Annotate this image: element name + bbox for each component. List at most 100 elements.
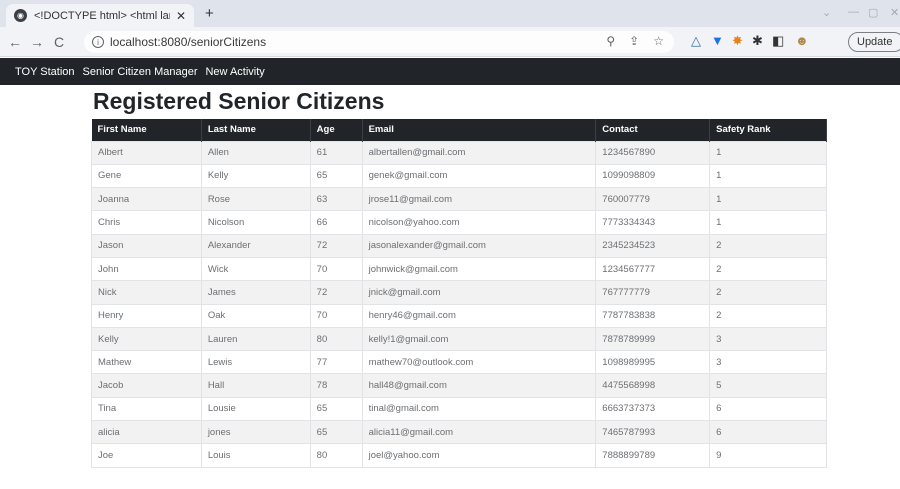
info-icon[interactable]: i [92, 36, 104, 48]
chevron-down-icon[interactable]: ⌄ [822, 6, 831, 19]
column-header: Safety Rank [709, 119, 827, 141]
page-title: Registered Senior Citizens [93, 88, 385, 114]
table-cell: 7773334343 [595, 210, 711, 235]
close-icon[interactable]: ✕ [176, 9, 186, 23]
share-icon[interactable]: ⇪ [629, 34, 639, 48]
table-cell: Albert [91, 140, 202, 165]
browser-toolbar: ← → C i localhost:8080/seniorCitizens ⚲ … [0, 27, 900, 57]
table-cell: 80 [309, 443, 363, 468]
table-cell: johnwick@gmail.com [361, 256, 597, 282]
table-row: Joe Louis 80 joel@yahoo.com 7888899789 9 [91, 443, 827, 468]
maximize-icon[interactable]: ▢ [868, 6, 878, 19]
update-button[interactable]: Update [848, 32, 900, 52]
v-extension-icon[interactable]: ▼ [711, 33, 724, 48]
table-cell: Kelly [200, 163, 311, 189]
table-cell: 4475568998 [595, 373, 711, 398]
table-row: Nick James 72 jnick@gmail.com 767777779 2 [91, 280, 827, 305]
table-cell: Mathew [91, 350, 202, 375]
table-cell: 1234567890 [595, 140, 711, 165]
nav-link-senior-citizen-manager[interactable]: Senior Citizen Manager [83, 66, 198, 78]
table-cell: James [200, 280, 311, 305]
table-cell: 3 [709, 350, 827, 375]
address-bar[interactable]: i localhost:8080/seniorCitizens ⚲ ⇪ ☆ [84, 31, 674, 53]
table-cell: 760007779 [595, 187, 711, 212]
table-cell: jrose11@gmail.com [361, 187, 597, 212]
reload-icon[interactable]: C [48, 34, 70, 50]
table-cell: Louis [200, 443, 311, 468]
table-cell: 7465787993 [595, 420, 711, 445]
table-body: Albert Allen 61 albertallen@gmail.com 123456… [91, 140, 827, 468]
table-cell: 1 [709, 140, 827, 165]
table-cell: 1 [709, 187, 827, 212]
table-cell: John [91, 256, 202, 282]
puzzle-extension-icon[interactable]: ✱ [752, 33, 763, 49]
table-row: Chris Nicolson 66 nicolson@yahoo.com 7773334… [91, 210, 827, 235]
table-cell: 1098989995 [595, 350, 711, 375]
app-navbar: TOY Station Senior Citizen Manager New A… [0, 58, 900, 85]
window-close-icon[interactable]: ✕ [890, 6, 899, 19]
back-icon[interactable]: ← [4, 34, 26, 50]
new-tab-icon[interactable]: + [205, 5, 214, 22]
table-cell: Kelly [91, 326, 202, 352]
table-cell: 2 [709, 280, 827, 305]
table-row: Tina Lousie 65 tinal@gmail.com 6663737373 6 [91, 396, 827, 422]
table-cell: 7787783838 [595, 303, 711, 328]
table-cell: hall48@gmail.com [361, 373, 597, 398]
minimize-icon[interactable]: — [848, 6, 859, 18]
table-cell: 61 [309, 140, 363, 165]
forward-icon[interactable]: → [26, 34, 48, 50]
table-cell: tinal@gmail.com [361, 396, 597, 422]
table-cell: Nicolson [200, 210, 311, 235]
table-cell: 767777779 [595, 280, 711, 305]
table-row: John Wick 70 johnwick@gmail.com 1234567777 2 [91, 256, 827, 282]
update-label: Update [857, 36, 893, 48]
bookmark-star-icon[interactable]: ☆ [653, 34, 664, 48]
nav-link-new-activity[interactable]: New Activity [205, 66, 264, 78]
table-cell: henry46@gmail.com [361, 303, 597, 328]
table-cell: 77 [309, 350, 363, 375]
table-cell: 66 [309, 210, 363, 235]
table-cell: 2345234523 [595, 233, 711, 258]
table-cell: albertallen@gmail.com [361, 140, 597, 165]
table-row: Joanna Rose 63 jrose11@gmail.com 760007779 1 [91, 187, 827, 212]
table-cell: 63 [309, 187, 363, 212]
table-cell: Jacob [91, 373, 202, 398]
table-cell: genek@gmail.com [361, 163, 597, 189]
table-cell: 65 [309, 420, 363, 445]
fox-extension-icon[interactable]: ✸ [732, 33, 743, 49]
table-row: Jason Alexander 72 jasonalexander@gmail.com… [91, 233, 827, 258]
browser-tab[interactable]: ◉ <!DOCTYPE html> <html lang=" ✕ [6, 4, 194, 27]
table-header-row: First Name Last Name Age Email Contact S… [91, 119, 827, 141]
zoom-icon[interactable]: ⚲ [606, 34, 615, 48]
table-cell: alicia [91, 420, 202, 445]
table-cell: 6 [709, 396, 827, 422]
table-cell: Gene [91, 163, 202, 189]
table-cell: Joanna [91, 187, 202, 212]
table-cell: Wick [200, 256, 311, 282]
table-cell: 6663737373 [595, 396, 711, 422]
table-cell: Rose [200, 187, 311, 212]
table-cell: 1 [709, 163, 827, 189]
table-cell: 3 [709, 326, 827, 352]
table-cell: Oak [200, 303, 311, 328]
column-header: Contact [595, 119, 711, 141]
table-cell: 1099098809 [595, 163, 711, 189]
table-cell: 78 [309, 373, 363, 398]
navbar-brand[interactable]: TOY Station [15, 66, 75, 78]
table-cell: Lousie [200, 396, 311, 422]
table-cell: 72 [309, 233, 363, 258]
table-cell: 2 [709, 233, 827, 258]
side-panel-icon[interactable]: ◧ [772, 33, 784, 49]
table-cell: 5 [709, 373, 827, 398]
table-row: Henry Oak 70 henry46@gmail.com 7787783838 2 [91, 303, 827, 328]
table-cell: kelly!1@gmail.com [361, 326, 597, 352]
table-cell: 70 [309, 303, 363, 328]
table-cell: jones [200, 420, 311, 445]
table-row: Mathew Lewis 77 mathew70@outlook.com 1098989… [91, 350, 827, 375]
profile-avatar-icon[interactable]: ☻ [795, 33, 809, 48]
table-cell: Lewis [200, 350, 311, 375]
tab-title: <!DOCTYPE html> <html lang=" [34, 9, 170, 22]
table-cell: 7878789999 [595, 326, 711, 352]
drive-extension-icon[interactable]: △ [691, 33, 701, 49]
table-cell: Tina [91, 396, 202, 422]
